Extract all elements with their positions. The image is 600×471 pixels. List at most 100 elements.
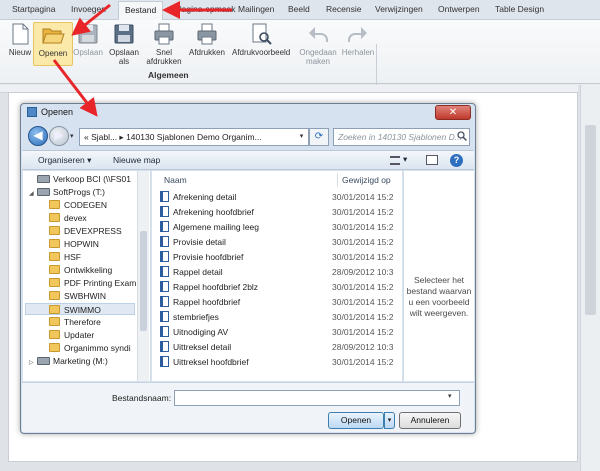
- tree-scrollbar[interactable]: [137, 171, 149, 381]
- dialog-title: Openen: [41, 107, 74, 117]
- file-row[interactable]: Rappel hoofdbrief 30/01/2014 15:2: [160, 296, 396, 309]
- file-row[interactable]: Provisie detail 30/01/2014 15:2: [160, 236, 396, 249]
- tree-item[interactable]: SWBHWIN: [49, 290, 106, 302]
- search-input[interactable]: Zoeken in 140130 Sjablonen D...: [333, 128, 470, 146]
- tab-bestand[interactable]: Bestand: [118, 1, 164, 21]
- back-button[interactable]: ◀: [28, 126, 48, 146]
- views-icon[interactable]: [390, 156, 400, 165]
- cancel-button[interactable]: Annuleren: [399, 412, 461, 429]
- document-vertical-scrollbar[interactable]: [580, 85, 600, 471]
- file-row[interactable]: Uittreksel detail 28/09/2012 10:3: [160, 341, 396, 354]
- help-icon[interactable]: ?: [450, 154, 463, 167]
- file-date: 30/01/2014 15:2: [332, 357, 394, 367]
- tab-ontwerpen[interactable]: Ontwerpen: [438, 4, 480, 14]
- chevron-down-icon[interactable]: ▾: [448, 392, 452, 400]
- folder-open-icon: [42, 28, 65, 44]
- folder-icon: [49, 200, 60, 209]
- word-document-icon: [160, 296, 169, 307]
- navigation-tree[interactable]: Verkoop BCI (\\FS01 ◢ SoftProgs (T:) CODE…: [23, 171, 151, 381]
- tree-item-label: Therefore: [64, 317, 101, 327]
- dialog-footer: Bestandsnaam: ▾ Openen ▾ Annuleren: [22, 382, 474, 432]
- open-options-dropdown[interactable]: ▾: [384, 412, 395, 429]
- tree-item[interactable]: Ontwikkeling: [49, 264, 112, 276]
- save-as-button[interactable]: Opslaan als: [104, 22, 144, 66]
- file-date: 30/01/2014 15:2: [332, 327, 394, 337]
- tab-beeld[interactable]: Beeld: [288, 4, 310, 14]
- word-document-icon: [160, 326, 169, 337]
- word-document-icon: [160, 311, 169, 322]
- forward-button[interactable]: ▶: [49, 126, 69, 146]
- tab-invoegen[interactable]: Invoegen: [71, 4, 106, 14]
- file-row[interactable]: Uittreksel hoofdbrief 30/01/2014 15:2: [160, 356, 396, 369]
- print-preview-button-label: Afdrukvoorbeeld: [232, 48, 291, 57]
- scrollbar-thumb[interactable]: [585, 125, 596, 315]
- preview-pane-icon[interactable]: [426, 155, 438, 165]
- recent-locations-dropdown[interactable]: ▾: [70, 132, 74, 140]
- tree-item[interactable]: Verkoop BCI (\\FS01: [29, 173, 131, 185]
- new-folder-button[interactable]: Nieuwe map: [113, 155, 160, 165]
- tab-recensie[interactable]: Recensie: [326, 4, 361, 14]
- tree-item-selected[interactable]: SWIMMO: [25, 303, 135, 315]
- file-row[interactable]: Rappel hoofdbrief 2blz 30/01/2014 15:2: [160, 281, 396, 294]
- tree-item[interactable]: ▷ Marketing (M:): [29, 355, 108, 367]
- file-date: 30/01/2014 15:2: [332, 192, 394, 202]
- tab-verwijzingen[interactable]: Verwijzingen: [375, 4, 423, 14]
- folder-icon: [49, 278, 60, 287]
- refresh-button[interactable]: ⟳: [309, 128, 329, 146]
- tree-item[interactable]: HOPWIN: [49, 238, 99, 250]
- tree-item[interactable]: HSF: [49, 251, 81, 263]
- tree-item[interactable]: Therefore: [49, 316, 101, 328]
- file-date: 30/01/2014 15:2: [332, 297, 394, 307]
- tab-pagina-opmaak[interactable]: Pagina-opmaak: [176, 4, 236, 14]
- filename-input[interactable]: [174, 390, 460, 406]
- file-row[interactable]: Provisie hoofdbrief 30/01/2014 15:2: [160, 251, 396, 264]
- file-date: 30/01/2014 15:2: [332, 207, 394, 217]
- tree-item[interactable]: Updater: [49, 329, 94, 341]
- tree-item[interactable]: DEVEXPRESS: [49, 225, 122, 237]
- address-bar[interactable]: « Sjabl... ▸ 140130 Sjablonen Demo Organ…: [79, 128, 309, 146]
- folder-icon: [49, 239, 60, 248]
- tree-item[interactable]: ◢ SoftProgs (T:): [29, 186, 105, 198]
- undo-button[interactable]: Ongedaan maken: [294, 22, 342, 66]
- file-name: Afrekening hoofdbrief: [173, 207, 254, 217]
- open-button[interactable]: Openen: [33, 22, 73, 66]
- collapse-icon[interactable]: ◢: [29, 188, 37, 200]
- file-list[interactable]: Naam Gewijzigd op Afrekening detail 30/01…: [152, 171, 402, 381]
- tree-item[interactable]: CODEGEN: [49, 199, 107, 211]
- file-row[interactable]: Algemene mailing leeg 30/01/2014 15:2: [160, 221, 396, 234]
- tree-item[interactable]: PDF Printing Exam: [49, 277, 136, 289]
- tree-item[interactable]: devex: [49, 212, 87, 224]
- file-row[interactable]: Uitnodiging AV 30/01/2014 15:2: [160, 326, 396, 339]
- file-row[interactable]: Afrekening detail 30/01/2014 15:2: [160, 191, 396, 204]
- scrollbar-thumb[interactable]: [140, 231, 147, 331]
- word-document-icon: [160, 206, 169, 217]
- save-button[interactable]: Opslaan: [68, 22, 108, 57]
- chevron-down-icon[interactable]: ▾: [295, 129, 308, 145]
- expand-icon[interactable]: ▷: [29, 357, 37, 369]
- file-row[interactable]: Rappel detail 28/09/2012 10:3: [160, 266, 396, 279]
- column-divider[interactable]: [337, 173, 338, 187]
- column-header-modified[interactable]: Gewijzigd op: [342, 175, 391, 185]
- word-document-icon: [160, 281, 169, 292]
- file-row[interactable]: Afrekening hoofdbrief 30/01/2014 15:2: [160, 206, 396, 219]
- word-document-icon: [160, 356, 169, 367]
- file-row[interactable]: stembriefjes 30/01/2014 15:2: [160, 311, 396, 324]
- word-document-icon: [160, 236, 169, 247]
- print-preview-button[interactable]: Afdrukvoorbeeld: [232, 22, 290, 57]
- quick-print-button[interactable]: Snel afdrukken: [144, 22, 184, 66]
- views-dropdown-icon[interactable]: ▾: [403, 154, 407, 165]
- search-icon[interactable]: [457, 131, 467, 141]
- print-button[interactable]: Afdrukken: [187, 22, 227, 57]
- open-button-label: Openen: [38, 49, 68, 58]
- open-submit-button[interactable]: Openen: [328, 412, 384, 429]
- close-button[interactable]: ✕: [435, 105, 471, 120]
- column-header-name[interactable]: Naam: [164, 175, 187, 185]
- tree-item-label: SWIMMO: [64, 305, 101, 315]
- tab-table-design[interactable]: Table Design: [495, 4, 544, 14]
- redo-button[interactable]: Herhalen: [336, 22, 380, 57]
- organize-menu[interactable]: Organiseren ▾: [38, 155, 91, 166]
- file-name: Rappel hoofdbrief: [173, 297, 241, 307]
- tree-item[interactable]: Organimmo syndi: [49, 342, 131, 354]
- tab-mailingen[interactable]: Mailingen: [238, 4, 274, 14]
- tab-startpagina[interactable]: Startpagina: [12, 4, 55, 14]
